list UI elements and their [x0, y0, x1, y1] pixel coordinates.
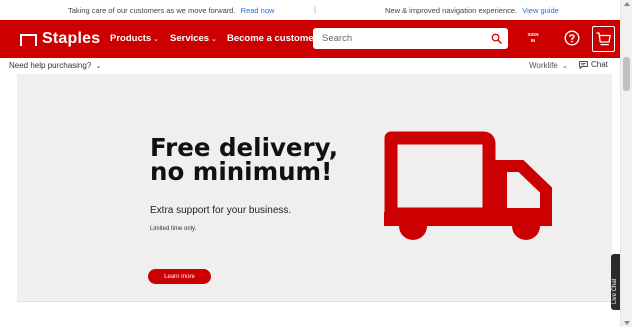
- nav-products-label: Products: [110, 33, 152, 44]
- staples-logo[interactable]: Staples: [20, 29, 100, 49]
- logo-text: Staples: [42, 30, 101, 47]
- sign-in-button[interactable]: SIGN IN: [524, 32, 542, 46]
- need-help-dropdown[interactable]: Need help purchasing? ⌄: [9, 61, 101, 70]
- main-header: Staples Products ⌄ Services ⌄ Become a cus…: [0, 20, 620, 58]
- nav-services-label: Services: [170, 33, 210, 44]
- chevron-down-icon: ⌄: [211, 36, 217, 43]
- learn-more-button[interactable]: Learn more: [148, 269, 211, 284]
- chat-icon: [579, 60, 588, 69]
- cart-button[interactable]: [592, 26, 615, 52]
- hero-title: Free delivery, no minimum!: [150, 135, 338, 186]
- nav-become-customer-label: Become a customer: [227, 33, 318, 44]
- search-input[interactable]: [313, 28, 483, 49]
- hero-subtitle: Extra support for your business.: [150, 205, 292, 216]
- announcement-left: Taking care of our customers as we move …: [68, 6, 274, 15]
- chat-label: Chat: [591, 60, 608, 69]
- live-chat-label: Live Chat: [612, 278, 618, 304]
- sub-navigation: Need help purchasing? ⌄ Worklife ⌄ Chat: [0, 58, 620, 74]
- hero-note: Limited time only.: [150, 226, 197, 232]
- read-now-link[interactable]: Read now: [241, 6, 275, 15]
- chevron-down-icon: ⌄: [153, 36, 160, 43]
- worklife-label: Worklife: [529, 61, 558, 70]
- content-card: [17, 301, 612, 327]
- hero-title-line2: no minimum!: [150, 157, 333, 186]
- scroll-down-arrow[interactable]: [624, 321, 630, 325]
- page: Taking care of our customers as we move …: [0, 0, 632, 327]
- page-scrollbar[interactable]: [620, 0, 632, 327]
- announcement-bar: Taking care of our customers as we move …: [0, 0, 620, 20]
- truck-icon: [384, 131, 552, 240]
- chat-button[interactable]: Chat: [579, 60, 608, 69]
- announcement-left-text: Taking care of our customers as we move …: [68, 6, 236, 15]
- chevron-down-icon: ⌄: [561, 63, 568, 70]
- chevron-down-icon: ⌄: [95, 63, 102, 70]
- announcement-right: New & improved navigation experience. Vi…: [385, 6, 559, 15]
- announcement-separator: |: [314, 5, 317, 14]
- live-chat-tab[interactable]: Live Chat: [611, 254, 620, 310]
- help-icon[interactable]: [564, 30, 580, 46]
- scroll-up-arrow[interactable]: [624, 2, 630, 6]
- nav-services[interactable]: Services ⌄: [170, 33, 217, 44]
- search-icon[interactable]: [491, 33, 502, 44]
- staples-logo-icon: [20, 34, 37, 46]
- sign-in-line2: IN: [530, 38, 536, 43]
- scroll-thumb[interactable]: [623, 57, 630, 91]
- view-guide-link[interactable]: View guide: [522, 6, 559, 15]
- nav-products[interactable]: Products ⌄: [110, 33, 159, 44]
- search-box: [313, 28, 508, 49]
- hero-banner: Free delivery, no minimum! Extra support…: [17, 74, 612, 301]
- need-help-label: Need help purchasing?: [9, 61, 92, 70]
- cart-icon: [596, 32, 611, 46]
- nav-become-customer[interactable]: Become a customer: [227, 33, 317, 44]
- announcement-right-text: New & improved navigation experience.: [385, 6, 518, 15]
- worklife-dropdown[interactable]: Worklife ⌄: [529, 61, 568, 70]
